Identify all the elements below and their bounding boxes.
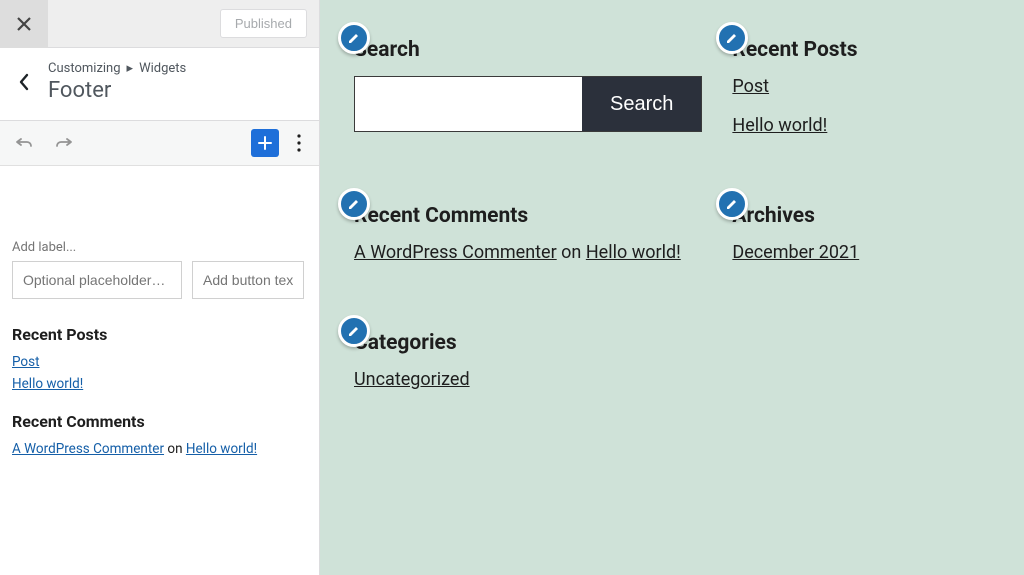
pencil-icon (347, 31, 361, 45)
chevron-left-icon (17, 72, 31, 92)
sidebar-comment-line: A WordPress Commenter on Hello world! (12, 441, 307, 457)
pencil-icon (725, 197, 739, 211)
pencil-icon (725, 31, 739, 45)
comment-author-link[interactable]: A WordPress Commenter (12, 441, 164, 457)
back-button[interactable] (0, 58, 48, 106)
sidebar-post-link[interactable]: Post (12, 354, 307, 370)
kebab-icon (297, 134, 301, 152)
redo-button[interactable] (50, 129, 78, 157)
editor-toolbar (0, 121, 319, 166)
comment-on-text: on (557, 242, 586, 263)
sidebar-post-link[interactable]: Hello world! (12, 376, 307, 392)
breadcrumb-row: Customizing ▸ Widgets Footer (0, 48, 319, 121)
customizer-topbar: Published (0, 0, 319, 48)
comment-on-text: on (164, 441, 186, 457)
widget-recent-posts: Recent Posts Post Hello world! (732, 28, 990, 154)
customizer-sidebar: Published Customizing ▸ Widgets Footer (0, 0, 320, 575)
search-input[interactable] (355, 77, 582, 131)
recent-posts-heading: Recent Posts (732, 38, 990, 62)
archives-heading: Archives (732, 204, 990, 228)
comment-post-link[interactable]: Hello world! (586, 242, 681, 263)
category-link[interactable]: Uncategorized (354, 369, 702, 390)
edit-widget-button[interactable] (338, 188, 370, 220)
widget-archives: Archives December 2021 (732, 194, 990, 281)
breadcrumb-item: Widgets (139, 61, 186, 76)
archives-list: December 2021 (732, 242, 990, 263)
archive-link[interactable]: December 2021 (732, 242, 990, 263)
search-button[interactable]: Search (582, 77, 701, 131)
breadcrumb-sep: ▸ (127, 61, 134, 76)
post-link[interactable]: Post (732, 76, 990, 97)
close-icon (16, 16, 32, 32)
recent-comments-heading: Recent Comments (354, 204, 702, 228)
sidebar-recent-comments-heading: Recent Comments (12, 412, 307, 431)
add-block-button[interactable] (251, 129, 279, 157)
comment-author-link[interactable]: A WordPress Commenter (354, 242, 557, 263)
sidebar-recent-posts-list: Post Hello world! (12, 354, 307, 392)
search-form: Search (354, 76, 702, 132)
preview-pane: Search Search Recent Posts Post Hello wo… (320, 0, 1024, 575)
button-text-input[interactable] (192, 261, 304, 299)
breadcrumb-prefix: Customizing (48, 61, 121, 76)
search-heading: Search (354, 38, 702, 62)
pencil-icon (347, 324, 361, 338)
widget-categories: Categories Uncategorized (354, 321, 702, 408)
recent-comment-line: A WordPress Commenter on Hello world! (354, 242, 702, 263)
publish-status-button[interactable]: Published (220, 9, 307, 38)
categories-heading: Categories (354, 331, 702, 355)
widget-search: Search Search (354, 28, 702, 154)
plus-icon (256, 134, 274, 152)
categories-list: Uncategorized (354, 369, 702, 390)
edit-widget-button[interactable] (338, 315, 370, 347)
placeholder-input[interactable] (12, 261, 182, 299)
edit-widget-button[interactable] (338, 22, 370, 54)
breadcrumb: Customizing ▸ Widgets Footer (48, 61, 305, 103)
recent-posts-list: Post Hello world! (732, 76, 990, 136)
post-link[interactable]: Hello world! (732, 115, 990, 136)
more-options-button[interactable] (289, 129, 309, 157)
undo-icon (14, 133, 34, 153)
add-label-heading: Add label... (12, 240, 307, 255)
sidebar-recent-posts-heading: Recent Posts (12, 325, 307, 344)
page-title: Footer (48, 78, 305, 103)
undo-button[interactable] (10, 129, 38, 157)
sidebar-content: Add label... Recent Posts Post Hello wor… (0, 166, 319, 575)
redo-icon (54, 133, 74, 153)
widget-recent-comments: Recent Comments A WordPress Commenter on… (354, 194, 702, 281)
close-button[interactable] (0, 0, 48, 48)
pencil-icon (347, 197, 361, 211)
comment-post-link[interactable]: Hello world! (186, 441, 257, 457)
